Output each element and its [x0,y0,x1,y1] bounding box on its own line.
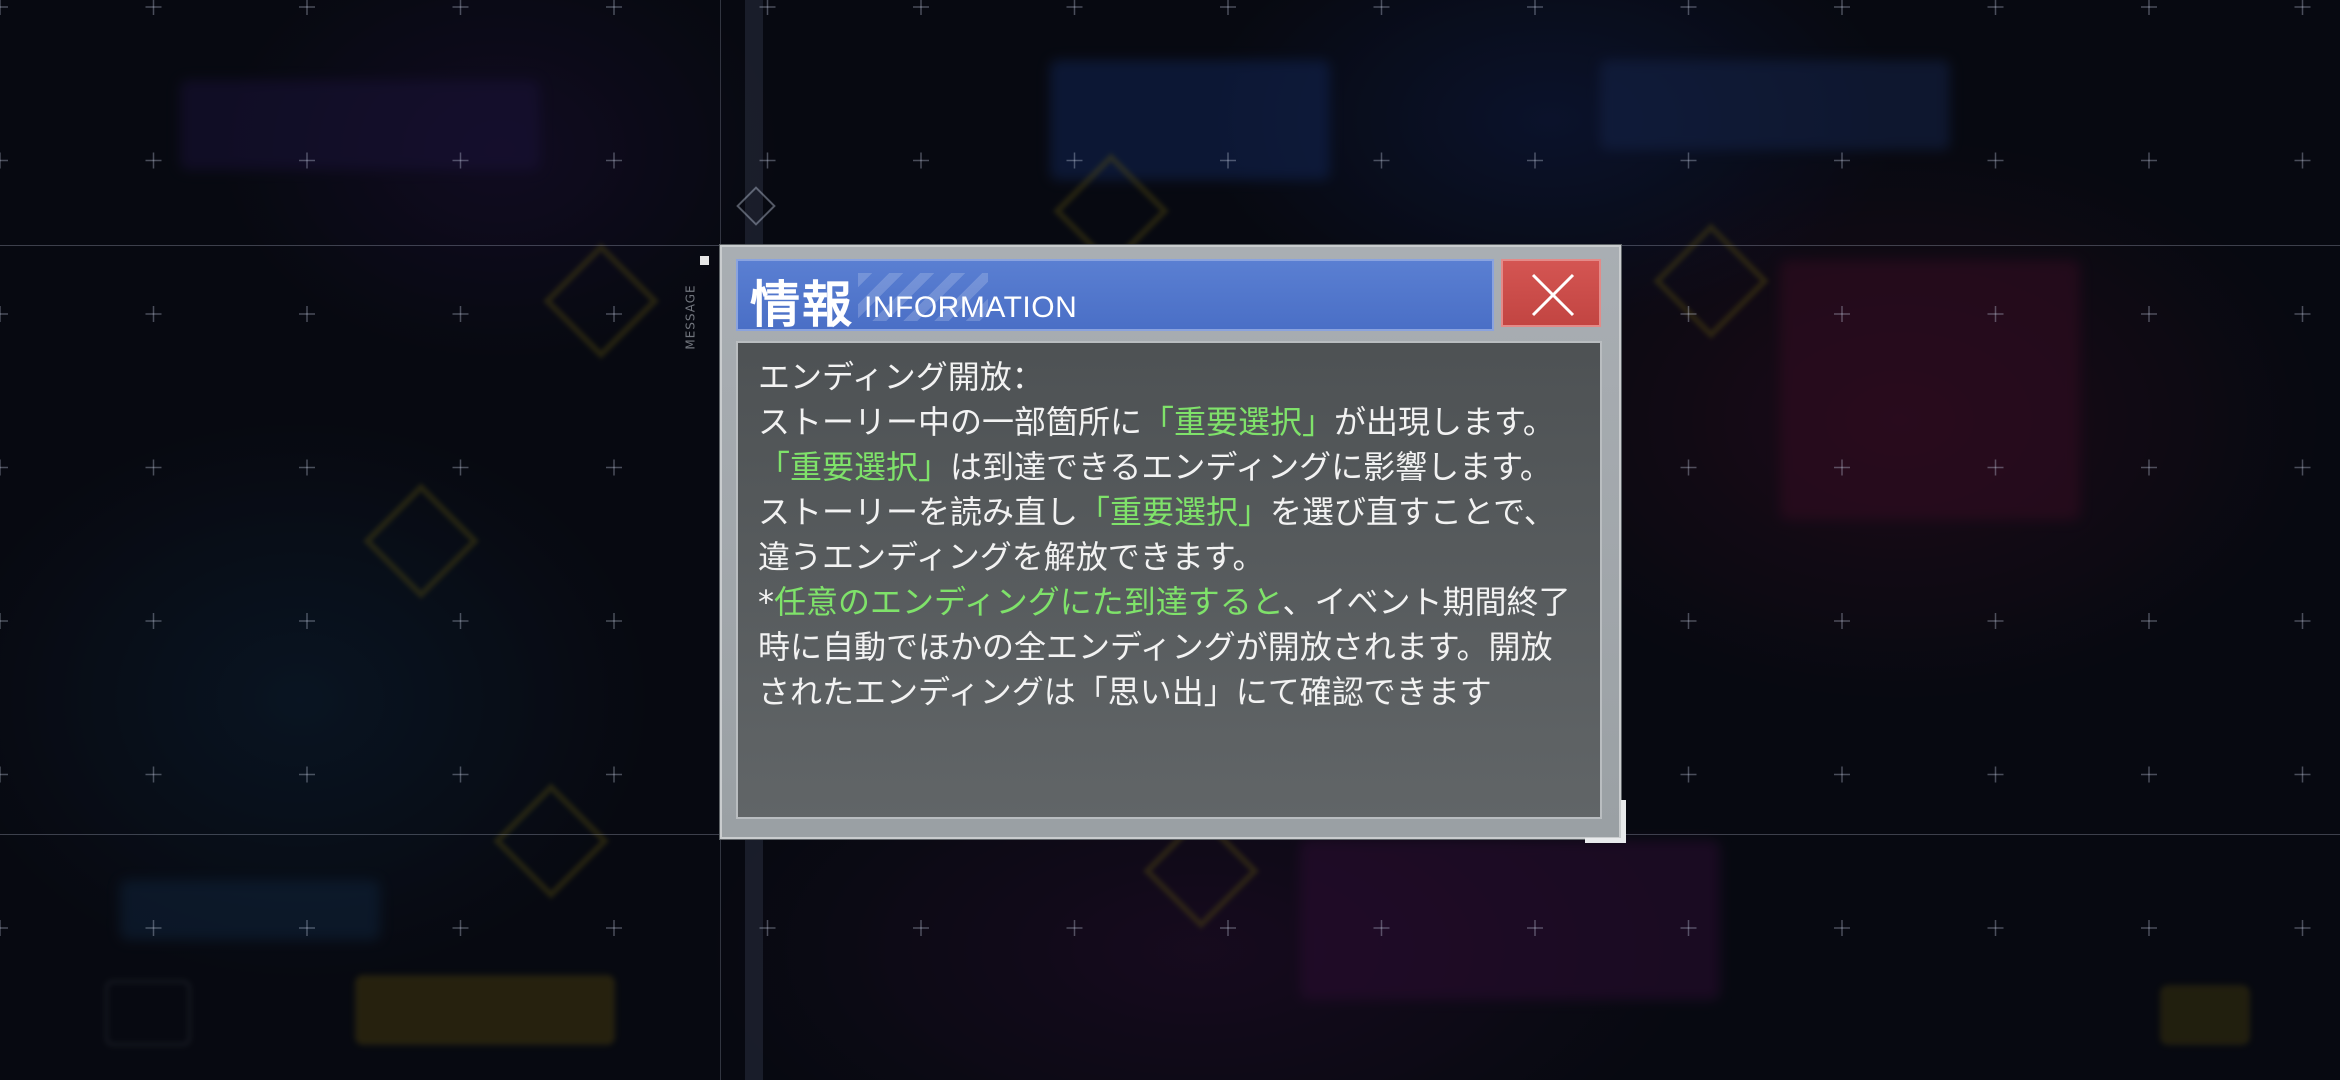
highlight-text: 「重要選択」 [1078,493,1271,531]
info-text-segment: 、イベント期間終了 [1282,583,1571,621]
info-text-segment: エンディング開放： [758,358,1044,396]
dialog-title-jp: 情報 [750,275,854,331]
info-text-segment: を選び直すことで、 [1270,493,1556,531]
info-line: されたエンディングは「思い出」にて確認できます [758,670,1588,715]
info-line: エンディング開放： [758,355,1588,400]
info-text-segment: ストーリーを読み直し [758,493,1079,531]
info-text-segment: 違うエンディングを解放できます。 [758,538,1265,576]
info-line: 時に自動でほかの全エンディングが開放されます。開放 [758,625,1588,670]
info-line: 「重要選択」は到達できるエンディングに影響します。 [758,445,1588,490]
game-screen: MESSAGE 情報 INFORMATION エンディング開放： ストーリー中の一… [0,0,2340,1080]
info-text-segment: 時に自動でほかの全エンディングが開放されます。開放 [758,628,1553,666]
close-x-icon [1531,273,1575,317]
info-text-segment: されたエンディングは「思い出」にて確認できます [758,673,1492,711]
dialog-title-en: INFORMATION [864,291,1078,324]
info-line: ストーリーを読み直し「重要選択」を選び直すことで、 [758,490,1588,535]
dialog-title-bar: 情報 INFORMATION [736,259,1494,331]
info-text-segment: は到達できるエンディングに影響します。 [950,448,1552,486]
highlight-text: 「重要選択」 [758,448,951,486]
info-text-segment: が出現します。 [1334,403,1555,441]
info-text-segment: * [758,583,774,621]
dialog-content: エンディング開放： ストーリー中の一部箇所に「重要選択」が出現します。 「重要選択」… [736,341,1602,819]
info-line: ストーリー中の一部箇所に「重要選択」が出現します。 [758,400,1588,445]
highlight-text: 任意のエンディングにた到達すると [774,583,1283,621]
close-button[interactable] [1501,259,1601,327]
info-line: 違うエンディングを解放できます。 [758,535,1588,580]
side-label-text: MESSAGE [683,284,698,350]
info-text: エンディング開放： ストーリー中の一部箇所に「重要選択」が出現します。 「重要選択」… [758,355,1588,715]
message-side-label: MESSAGE [684,256,712,370]
side-square-icon [700,256,709,265]
info-text-segment: ストーリー中の一部箇所に [758,403,1143,441]
info-line: *任意のエンディングにた到達すると、イベント期間終了 [758,580,1588,625]
highlight-text: 「重要選択」 [1142,403,1335,441]
dialog-corner-bracket [1585,800,1626,843]
info-dialog: 情報 INFORMATION エンディング開放： ストーリー中の一部箇所に「重要選… [720,245,1621,839]
